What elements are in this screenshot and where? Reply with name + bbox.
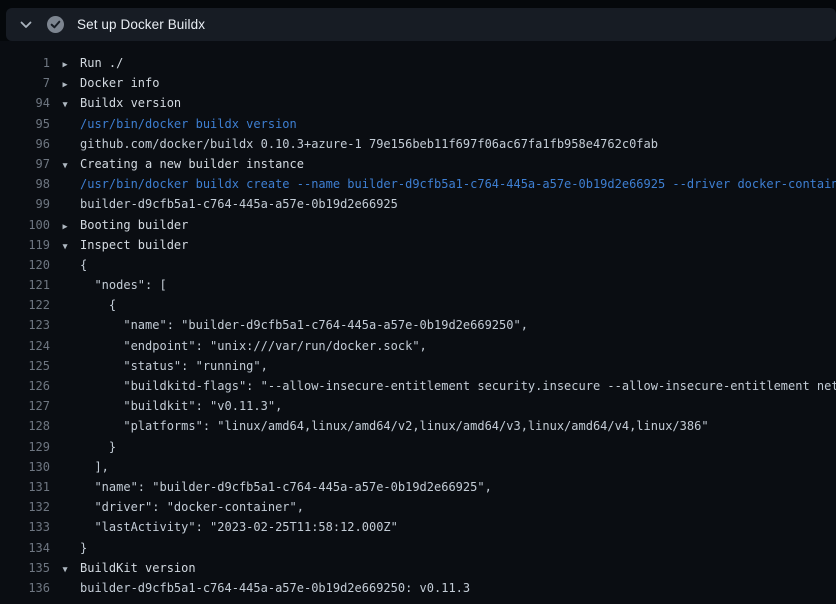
log-line-text: Creating a new builder instance (80, 154, 304, 174)
log-row: 134 } (0, 538, 836, 558)
line-number[interactable]: 134 (0, 538, 50, 558)
line-number[interactable]: 121 (0, 275, 50, 295)
log-line-text: builder-d9cfb5a1-c764-445a-a57e-0b19d2e6… (80, 194, 398, 214)
log-row: 95 /usr/bin/docker buildx version (0, 114, 836, 134)
log-line-text: "endpoint": "unix:///var/run/docker.sock… (80, 336, 427, 356)
log-row: 98 /usr/bin/docker buildx create --name … (0, 174, 836, 194)
line-number[interactable]: 95 (0, 114, 50, 134)
log-group-row[interactable]: 100 ▶ Booting builder (0, 215, 836, 235)
log-row: 99 builder-d9cfb5a1-c764-445a-a57e-0b19d… (0, 194, 836, 214)
log-line-text: "lastActivity": "2023-02-25T11:58:12.000… (80, 517, 398, 537)
line-number[interactable]: 126 (0, 376, 50, 396)
line-number[interactable]: 130 (0, 457, 50, 477)
log-line-text: /usr/bin/docker buildx version (80, 114, 297, 134)
line-number[interactable]: 123 (0, 315, 50, 335)
log-line-text: "platforms": "linux/amd64,linux/amd64/v2… (80, 416, 709, 436)
log-row: 124 "endpoint": "unix:///var/run/docker.… (0, 336, 836, 356)
log-line-text: "name": "builder-d9cfb5a1-c764-445a-a57e… (80, 477, 492, 497)
group-expanded-icon[interactable]: ▼ (50, 95, 80, 113)
line-number[interactable]: 122 (0, 295, 50, 315)
log-line-text: Buildx version (80, 93, 181, 113)
log-line-text: ], (80, 457, 109, 477)
log-group-row[interactable]: 94 ▼ Buildx version (0, 93, 836, 113)
group-expanded-icon[interactable]: ▼ (50, 560, 80, 578)
log-group-row[interactable]: 7 ▶ Docker info (0, 73, 836, 93)
group-expanded-icon[interactable]: ▼ (50, 156, 80, 174)
line-number[interactable]: 97 (0, 154, 50, 174)
log-line-text: } (80, 538, 87, 558)
line-number[interactable]: 127 (0, 396, 50, 416)
log-row: 132 "driver": "docker-container", (0, 497, 836, 517)
check-circle-icon (47, 16, 64, 33)
group-expanded-icon[interactable]: ▼ (50, 237, 80, 255)
line-number[interactable]: 120 (0, 255, 50, 275)
log-line-text: github.com/docker/buildx 0.10.3+azure-1 … (80, 134, 658, 154)
line-number[interactable]: 135 (0, 558, 50, 578)
line-number[interactable]: 1 (0, 53, 50, 73)
log-row: 127 "buildkit": "v0.11.3", (0, 396, 836, 416)
log-line-text: { (80, 255, 87, 275)
line-number[interactable]: 98 (0, 174, 50, 194)
log-line-text: Docker info (80, 73, 159, 93)
log-group-row[interactable]: 97 ▼ Creating a new builder instance (0, 154, 836, 174)
log-line-text: BuildKit version (80, 558, 196, 578)
line-number[interactable]: 125 (0, 356, 50, 376)
line-number[interactable]: 100 (0, 215, 50, 235)
log-line-text: "nodes": [ (80, 275, 167, 295)
log-row: 129 } (0, 437, 836, 457)
group-collapsed-icon[interactable]: ▶ (50, 217, 80, 235)
log-row: 96 github.com/docker/buildx 0.10.3+azure… (0, 134, 836, 154)
line-number[interactable]: 131 (0, 477, 50, 497)
log-line-text: "driver": "docker-container", (80, 497, 304, 517)
log-line-text: } (80, 437, 116, 457)
log-lines: 1 ▶ Run ./ 7 ▶ Docker info 94 ▼ Buildx v… (0, 41, 836, 604)
line-number[interactable]: 129 (0, 437, 50, 457)
log-line-text: Booting builder (80, 215, 188, 235)
log-row: 121 "nodes": [ (0, 275, 836, 295)
step-title: Set up Docker Buildx (77, 17, 205, 32)
log-line-text: /usr/bin/docker buildx create --name bui… (80, 174, 836, 194)
group-collapsed-icon[interactable]: ▶ (50, 75, 80, 93)
line-number[interactable]: 119 (0, 235, 50, 255)
log-group-row[interactable]: 119 ▼ Inspect builder (0, 235, 836, 255)
group-collapsed-icon[interactable]: ▶ (50, 55, 80, 73)
log-line-text: Inspect builder (80, 235, 188, 255)
log-row: 123 "name": "builder-d9cfb5a1-c764-445a-… (0, 315, 836, 335)
log-row: 128 "platforms": "linux/amd64,linux/amd6… (0, 416, 836, 436)
step-header[interactable]: Set up Docker Buildx (6, 8, 836, 41)
log-row: 133 "lastActivity": "2023-02-25T11:58:12… (0, 517, 836, 537)
log-line-text: builder-d9cfb5a1-c764-445a-a57e-0b19d2e6… (80, 578, 470, 598)
log-line-text: Run ./ (80, 53, 123, 73)
line-number[interactable]: 99 (0, 194, 50, 214)
log-row: 125 "status": "running", (0, 356, 836, 376)
line-number[interactable]: 7 (0, 73, 50, 93)
log-row: 130 ], (0, 457, 836, 477)
log-line-text: "status": "running", (80, 356, 268, 376)
line-number[interactable]: 96 (0, 134, 50, 154)
log-row: 126 "buildkitd-flags": "--allow-insecure… (0, 376, 836, 396)
line-number[interactable]: 124 (0, 336, 50, 356)
log-group-row[interactable]: 135 ▼ BuildKit version (0, 558, 836, 578)
log-line-text: "name": "builder-d9cfb5a1-c764-445a-a57e… (80, 315, 528, 335)
line-number[interactable]: 128 (0, 416, 50, 436)
line-number[interactable]: 132 (0, 497, 50, 517)
chevron-down-icon[interactable] (20, 19, 32, 31)
log-row: 122 { (0, 295, 836, 315)
log-row: 131 "name": "builder-d9cfb5a1-c764-445a-… (0, 477, 836, 497)
line-number[interactable]: 94 (0, 93, 50, 113)
log-row: 136 builder-d9cfb5a1-c764-445a-a57e-0b19… (0, 578, 836, 598)
log-group-row[interactable]: 1 ▶ Run ./ (0, 53, 836, 73)
log-row: 120 { (0, 255, 836, 275)
line-number[interactable]: 133 (0, 517, 50, 537)
log-line-text: { (80, 295, 116, 315)
line-number[interactable]: 136 (0, 578, 50, 598)
log-line-text: "buildkit": "v0.11.3", (80, 396, 282, 416)
log-line-text: "buildkitd-flags": "--allow-insecure-ent… (80, 376, 836, 396)
